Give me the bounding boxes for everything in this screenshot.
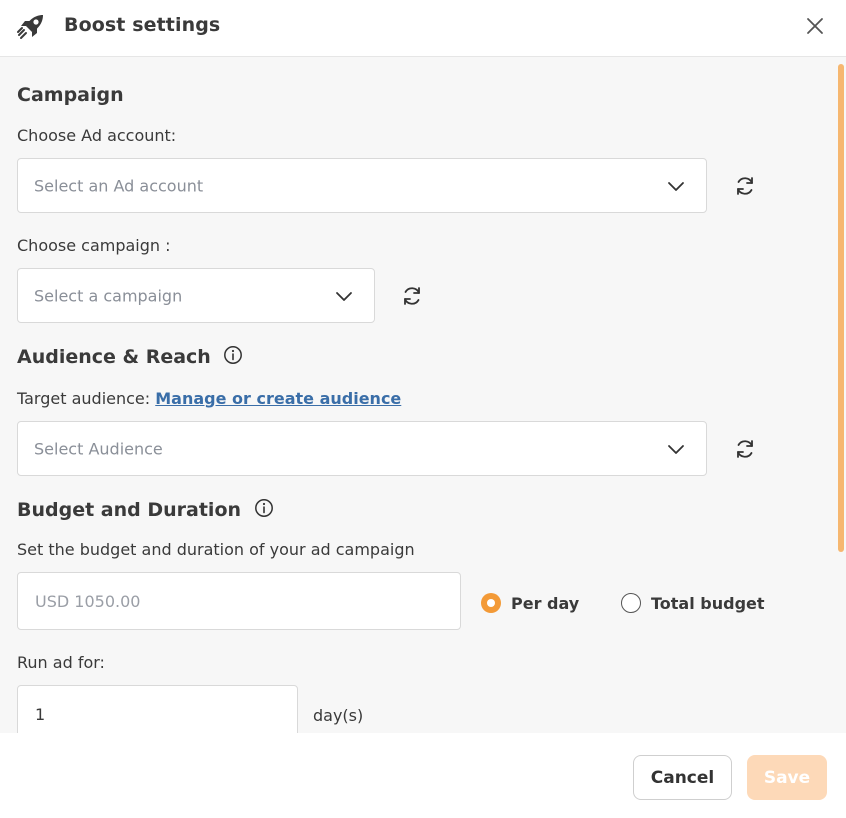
ad-account-placeholder: Select an Ad account [34, 176, 204, 195]
campaign-heading: Campaign [17, 84, 124, 106]
refresh-ad-account-icon[interactable] [733, 174, 757, 198]
chevron-down-icon [668, 444, 684, 454]
manage-audience-link[interactable]: Manage or create audience [155, 389, 401, 408]
target-audience-row: Target audience: Manage or create audien… [17, 389, 401, 408]
chevron-down-icon [336, 291, 352, 301]
campaign-placeholder: Select a campaign [34, 286, 183, 305]
budget-amount-field[interactable] [17, 572, 461, 630]
refresh-audience-icon[interactable] [733, 437, 757, 461]
close-icon[interactable] [803, 14, 827, 38]
info-icon[interactable] [223, 345, 243, 365]
radio-total-budget-label: Total budget [651, 593, 765, 613]
info-icon[interactable] [254, 498, 274, 518]
run-ad-label: Run ad for: [17, 653, 105, 672]
audience-placeholder: Select Audience [34, 439, 163, 458]
budget-description: Set the budget and duration of your ad c… [17, 540, 415, 559]
dialog-header: Boost settings [0, 0, 846, 57]
radio-total-budget[interactable]: Total budget [621, 593, 765, 613]
days-input[interactable] [18, 686, 297, 733]
audience-heading: Audience & Reach [17, 345, 243, 368]
budget-heading-text: Budget and Duration [17, 499, 242, 521]
chevron-down-icon [668, 181, 684, 191]
campaign-select[interactable]: Select a campaign [17, 268, 375, 323]
campaign-label: Choose campaign : [17, 236, 171, 255]
audience-select[interactable]: Select Audience [17, 421, 707, 476]
days-field[interactable] [17, 685, 298, 733]
radio-total-budget-dot[interactable] [621, 593, 641, 613]
rocket-icon [17, 15, 43, 39]
cancel-button[interactable]: Cancel [633, 755, 732, 800]
days-suffix: day(s) [313, 706, 364, 725]
dialog-title: Boost settings [64, 14, 221, 36]
dialog-body[interactable]: Campaign Choose Ad account: Select an Ad… [0, 57, 846, 733]
refresh-campaign-icon[interactable] [400, 284, 424, 308]
target-audience-label: Target audience: [17, 389, 151, 408]
radio-per-day-dot[interactable] [481, 593, 501, 613]
scrollbar-thumb[interactable] [838, 64, 844, 552]
ad-account-label: Choose Ad account: [17, 126, 177, 145]
budget-amount-input[interactable] [18, 573, 460, 629]
audience-heading-text: Audience & Reach [17, 346, 211, 368]
radio-per-day-label: Per day [511, 593, 580, 613]
budget-heading: Budget and Duration [17, 498, 274, 521]
ad-account-select[interactable]: Select an Ad account [17, 158, 707, 213]
save-button[interactable]: Save [747, 755, 827, 800]
radio-per-day[interactable]: Per day [481, 593, 579, 613]
dialog-footer: Cancel Save [0, 733, 846, 818]
